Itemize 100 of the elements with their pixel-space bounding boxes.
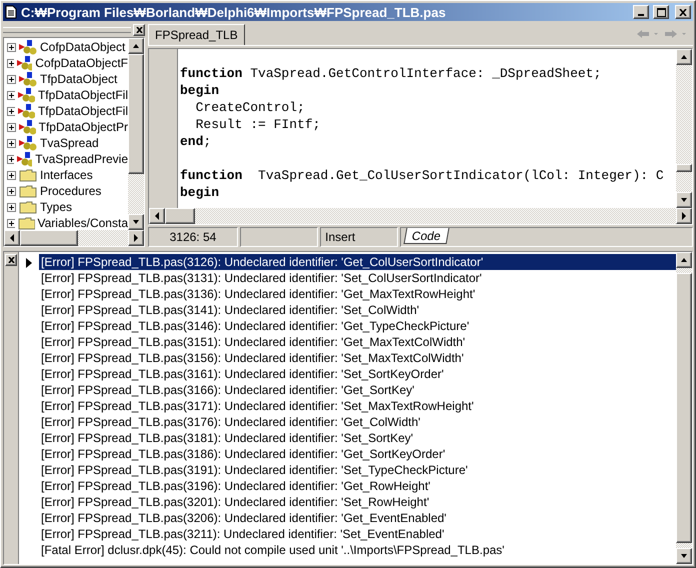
down-arrow-icon [132,218,140,226]
view-tab[interactable]: Code [404,228,450,244]
scroll-arrow-button[interactable] [676,192,692,208]
scroll-arrow-button[interactable] [128,38,144,54]
tree-item[interactable]: CofpDataObject [4,39,128,55]
scroll-thumb[interactable] [676,164,692,172]
message-line[interactable]: [Error] FPSpread_TLB.pas(3136): Undeclared identifier: 'Get_MaxTextRowHeight' [39,286,676,302]
up-arrow-icon [680,53,688,61]
message-line[interactable]: [Error] FPSpread_TLB.pas(3171): Undeclared identifier: 'Set_MaxTextRowHeight' [39,398,676,414]
message-line[interactable]: [Error] FPSpread_TLB.pas(3191): Undeclared identifier: 'Set_TypeCheckPicture' [39,462,676,478]
class-icon [19,71,37,87]
expand-icon[interactable] [7,170,16,180]
expand-icon[interactable] [7,74,16,84]
folder-icon [19,200,37,214]
tree-item[interactable]: Variables/Consta [4,215,128,230]
document-icon [5,5,17,19]
expand-icon[interactable] [7,90,16,100]
file-tab[interactable]: FPSpread_TLB [148,24,245,45]
code-line: begin [180,82,220,99]
minimize-button[interactable] [633,5,649,19]
close-button[interactable] [133,24,145,36]
expand-icon[interactable] [7,186,16,196]
folder-icon [19,168,37,182]
message-line[interactable]: [Error] FPSpread_TLB.pas(3211): Undeclared identifier: 'Set_EventEnabled' [39,526,676,542]
message-line[interactable]: [Error] FPSpread_TLB.pas(3131): Undeclared identifier: 'Set_ColUserSortIndicator' [39,270,676,286]
scroll-thumb[interactable] [20,230,78,246]
scroll-arrow-button[interactable] [676,208,692,224]
tree-item[interactable]: TfpDataObjectPr [4,119,128,135]
code-line: Result := FIntf; [194,116,322,133]
close-icon [679,8,687,16]
right-arrow-icon [680,212,688,220]
maximize-button[interactable] [653,5,669,19]
expand-icon[interactable] [7,218,16,228]
tree-item[interactable]: TfpDataObjectFil [4,87,128,103]
message-line[interactable]: [Error] FPSpread_TLB.pas(3161): Undeclared identifier: 'Set_SortKeyOrder' [39,366,676,382]
message-line[interactable]: [Fatal Error] dclusr.dpk(45): Could not compile used unit '..\Imports\FPSpread_TLB.pas' [39,542,676,558]
message-line[interactable]: [Error] FPSpread_TLB.pas(3141): Undeclared identifier: 'Set_ColWidth' [39,302,676,318]
message-line[interactable]: [Error] FPSpread_TLB.pas(3201): Undeclared identifier: 'Set_RowHeight' [39,494,676,510]
expand-icon[interactable] [7,42,16,52]
class-icon [18,103,35,119]
tree-item[interactable]: TfpDataObjectFil [4,103,128,119]
tree-item[interactable]: Interfaces [4,167,128,183]
horizontal-scrollbar[interactable] [4,230,144,246]
close-icon [136,27,142,33]
message-line[interactable]: [Error] FPSpread_TLB.pas(3146): Undeclared identifier: 'Get_TypeCheckPicture' [39,318,676,334]
class-icon [17,151,32,167]
tree-item[interactable]: TvaSpreadPrevie [4,151,128,167]
class-icon [18,87,35,103]
close-icon [8,257,14,263]
right-arrow-icon [132,234,140,242]
down-arrow-icon [680,196,688,204]
vertical-scrollbar[interactable] [128,38,144,230]
vertical-scrollbar[interactable] [676,49,692,208]
scroll-arrow-button[interactable] [4,230,20,246]
message-line[interactable]: [Error] FPSpread_TLB.pas(3196): Undeclared identifier: 'Get_RowHeight' [39,478,676,494]
expand-icon[interactable] [7,106,16,116]
code-line: function TvaSpread.Get_ColUserSortIndicator(lCol: Integer): C [180,167,665,184]
tree-item[interactable]: Procedures [4,183,128,199]
tree-item[interactable]: CofpDataObjectF [4,55,128,71]
tree-item[interactable]: TfpDataObject [4,71,128,87]
tree-item[interactable]: Types [4,199,128,215]
down-arrow-icon [680,552,688,560]
expand-icon[interactable] [7,154,14,164]
scroll-arrow-button[interactable] [676,49,692,65]
scroll-arrow-button[interactable] [676,548,692,564]
scroll-arrow-button[interactable] [676,252,692,268]
class-icon [18,119,36,135]
code-line: end; [180,133,212,150]
message-line[interactable]: [Error] FPSpread_TLB.pas(3156): Undeclared identifier: 'Set_MaxTextColWidth' [39,350,676,366]
code-line: function TvaSpread.GetControlInterface: _DSpreadSheet; [180,65,602,82]
left-arrow-icon [153,212,161,220]
message-line[interactable]: [Error] FPSpread_TLB.pas(3151): Undeclared identifier: 'Get_MaxTextColWidth' [39,334,676,350]
class-icon [19,135,37,151]
expand-icon[interactable] [7,58,14,68]
scroll-thumb[interactable] [128,54,144,174]
code-line: begin [180,184,220,201]
current-item-icon [26,258,32,268]
scroll-arrow-button[interactable] [128,230,144,246]
scroll-thumb[interactable] [165,208,195,224]
message-line[interactable]: [Error] FPSpread_TLB.pas(3206): Undeclared identifier: 'Get_EventEnabled' [39,510,676,526]
folder-icon [19,184,37,198]
message-line[interactable]: [Error] FPSpread_TLB.pas(3186): Undeclared identifier: 'Get_SortKeyOrder' [39,446,676,462]
expand-icon[interactable] [7,202,16,212]
message-line[interactable]: [Error] FPSpread_TLB.pas(3181): Undeclared identifier: 'Set_SortKey' [39,430,676,446]
expand-icon[interactable] [7,122,16,132]
scroll-arrow-button[interactable] [128,214,144,230]
class-icon [17,55,32,71]
code-editor[interactable]: function TvaSpread.GetControlInterface: _DSpreadSheet; begin CreateControl; Result := FIntf; end; function TvaSpread.Get_ColUserSortIndicator(lCol: Integer): C begin [148,48,693,225]
class-icon [19,39,37,55]
folder-icon [18,216,34,230]
message-line[interactable]: [Error] FPSpread_TLB.pas(3176): Undeclared identifier: 'Get_ColWidth' [39,414,676,430]
message-line[interactable]: [Error] FPSpread_TLB.pas(3166): Undeclared identifier: 'Get_SortKey' [39,382,676,398]
left-arrow-icon [8,234,16,242]
expand-icon[interactable] [7,138,16,148]
close-button[interactable] [5,254,17,266]
horizontal-scrollbar[interactable] [149,208,692,224]
maximize-icon [656,8,666,16]
close-button[interactable] [675,5,691,19]
tree-item[interactable]: TvaSpread [4,135,128,151]
scroll-arrow-button[interactable] [149,208,165,224]
